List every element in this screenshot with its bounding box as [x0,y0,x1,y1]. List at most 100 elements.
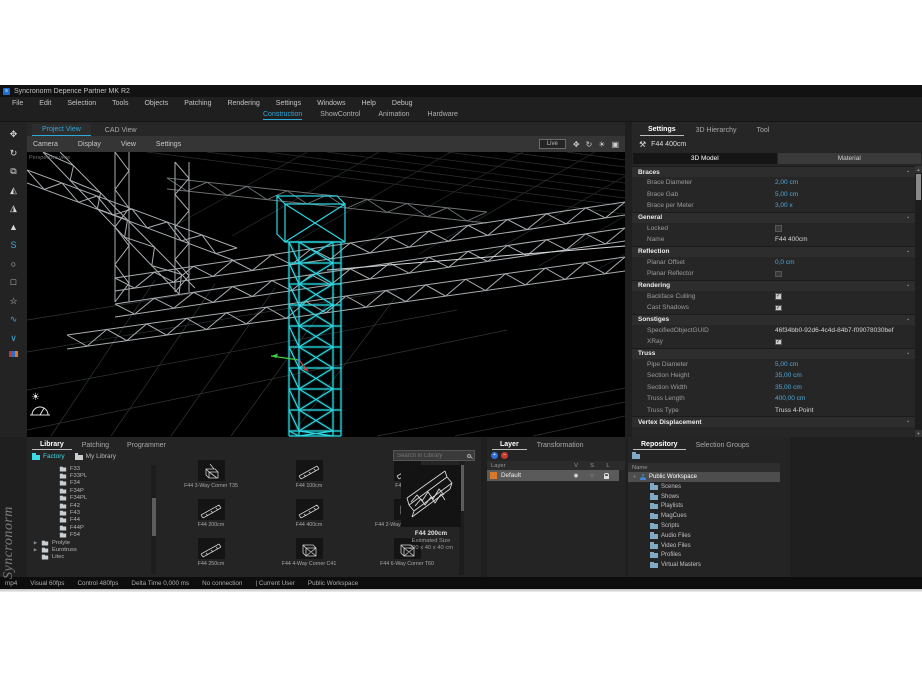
collapse-icon[interactable]: ▪ [907,283,909,289]
repository-item-scenes[interactable]: Scenes [628,482,790,492]
checkbox-xray[interactable]: ✓ [775,339,782,346]
layer-tab-transformation[interactable]: Transformation [529,441,592,450]
settings-scrollbar[interactable]: ▲ ▼ [915,166,922,437]
repository-tab-selection-groups[interactable]: Selection Groups [688,441,758,450]
tree-item-litec[interactable]: Litec [29,554,149,561]
star-tool-icon[interactable]: ☆ [9,296,17,306]
library-item-f44-3-way-corner-t35[interactable]: F44 3-Way Corner T35 [163,460,259,499]
menu-tools[interactable]: Tools [104,100,136,107]
duplicate-tool-icon[interactable]: ⧉ [10,166,16,176]
mode-tab-showcontrol[interactable]: ShowControl [320,111,360,119]
collapse-icon[interactable]: ▪ [907,249,909,255]
repository-root[interactable]: ▾Public Workspace [628,472,780,482]
chevron-down-icon[interactable]: ∨ [10,333,17,343]
checkbox-planar-reflector[interactable] [775,271,782,278]
menu-objects[interactable]: Objects [136,100,176,107]
menu-selection[interactable]: Selection [59,100,104,107]
search-input[interactable] [397,453,467,459]
field-truss-length[interactable]: 400,00 cm [775,395,805,402]
menu-help[interactable]: Help [353,100,383,107]
field-section-height[interactable]: 35,00 cm [775,372,802,379]
lock-icon[interactable] [603,472,613,479]
settings-tab-settings[interactable]: Settings [640,124,684,136]
field-section-width[interactable]: 35,00 cm [775,384,802,391]
menu-windows[interactable]: Windows [309,100,353,107]
scroll-up-icon[interactable]: ▲ [915,166,922,173]
library-item-f44-400cm[interactable]: F44 400cm [261,499,357,538]
collapse-icon[interactable]: ▪ [907,169,909,175]
scroll-down-icon[interactable]: ▼ [915,430,922,437]
collapse-icon[interactable]: ▪ [907,317,909,323]
repository-item-virtual-masters[interactable]: Virtual Masters [628,560,790,570]
tree-item-f54[interactable]: F54 [29,532,149,539]
viewport-menu-settings[interactable]: Settings [156,141,181,148]
repository-item-video-files[interactable]: Video Files [628,541,790,551]
tree-item-f34pl[interactable]: F34PL [29,495,149,502]
field-pipe-diameter[interactable]: 5,00 cm [775,361,798,368]
source-my-library[interactable]: My Library [75,453,116,460]
menu-debug[interactable]: Debug [384,100,421,107]
screen-icon[interactable]: ▣ [611,140,619,149]
layer-tab-layer[interactable]: Layer [492,440,527,450]
field-name[interactable]: F44 400cm [775,236,808,243]
settings-tab-tool[interactable]: Tool [748,125,777,136]
rectangle-tool-icon[interactable]: □ [11,277,16,287]
tree-scrollbar[interactable] [151,465,156,574]
field-brace-diameter[interactable]: 2,00 cm [775,179,798,186]
repository-item-playlists[interactable]: Playlists [628,502,790,512]
move-tool-icon[interactable]: ✥ [10,129,18,139]
field-planar-offset[interactable]: 0,0 cm [775,259,795,266]
spline-s-tool-icon[interactable]: S [10,240,16,250]
visibility-eye-icon[interactable]: ◉ [571,473,581,479]
sun-icon[interactable]: ☀ [31,392,40,403]
library-tab-programmer[interactable]: Programmer [119,441,174,450]
settings-tab-3d-hierarchy[interactable]: 3D Hierarchy [688,125,745,136]
section-reflection[interactable]: Reflection▪ [632,246,915,257]
solo-icon[interactable]: ◌ [587,473,597,479]
pan-icon[interactable]: ✥ [573,140,580,149]
section-braces[interactable]: Braces▪ [632,166,915,177]
section-general[interactable]: General▪ [632,212,915,223]
settings-subtab-3d-model[interactable]: 3D Model [633,153,777,164]
viewport-menu-display[interactable]: Display [78,141,101,148]
circle-tool-icon[interactable]: ○ [11,259,16,269]
live-button[interactable]: Live [539,139,566,149]
field-brace-gab[interactable]: 5,00 cm [775,191,798,198]
viewport-tab-cad-view[interactable]: CAD View [95,125,147,136]
tree-item-f34[interactable]: F34 [29,480,149,487]
tree-item-f42[interactable]: F42 [29,502,149,509]
library-item-f44-4-way-corner-c41[interactable]: F44 4-Way Corner C41 [261,538,357,577]
checkbox-cast-shadows[interactable]: ✓ [775,305,782,312]
scrollbar-thumb[interactable] [916,174,921,200]
tree-item-f33[interactable]: F33 [29,465,149,472]
3d-canvas[interactable]: ☀ Perspective view [27,152,625,437]
expand-icon[interactable]: ▶ [33,547,38,553]
floodlight-tool-icon[interactable]: ◮ [10,203,17,213]
menu-edit[interactable]: Edit [31,100,59,107]
checkbox-locked[interactable] [775,225,782,232]
section-truss[interactable]: Truss▪ [632,348,915,359]
tree-item-f43[interactable]: F43 [29,509,149,516]
tree-item-f44p[interactable]: F44P [29,524,149,531]
collapse-icon[interactable]: ▪ [907,215,909,221]
checkbox-backface-culling[interactable]: ✓ [775,293,782,300]
repository-item-profiles[interactable]: Profiles [628,551,790,561]
section-rendering[interactable]: Rendering▪ [632,280,915,291]
tree-scrollbar-thumb[interactable] [152,498,156,536]
field-specifiedobjectguid[interactable]: 46f34bb0-92d6-4c4d-84b7-f09078030bef [775,327,894,334]
library-tab-patching[interactable]: Patching [74,441,117,450]
new-folder-icon[interactable] [632,454,640,459]
layer-color-swatch[interactable] [490,472,497,479]
viewport-tab-project-view[interactable]: Project View [32,124,91,136]
library-tab-library[interactable]: Library [32,440,72,450]
mode-tab-animation[interactable]: Animation [378,111,409,119]
viewport-menu-camera[interactable]: Camera [33,141,58,148]
repository-item-magcues[interactable]: MagCues [628,511,790,521]
expand-icon[interactable]: ▶ [33,540,38,546]
mode-tab-construction[interactable]: Construction [263,111,302,120]
tree-item-prolyte[interactable]: ▶Prolyte [29,539,149,546]
light-icon[interactable]: ☀ [598,140,605,149]
tree-item-eurotruss[interactable]: ▶Eurotruss [29,546,149,553]
collapse-icon[interactable]: ▪ [907,419,909,425]
spotlight-tool-icon[interactable]: ◭ [10,185,17,195]
